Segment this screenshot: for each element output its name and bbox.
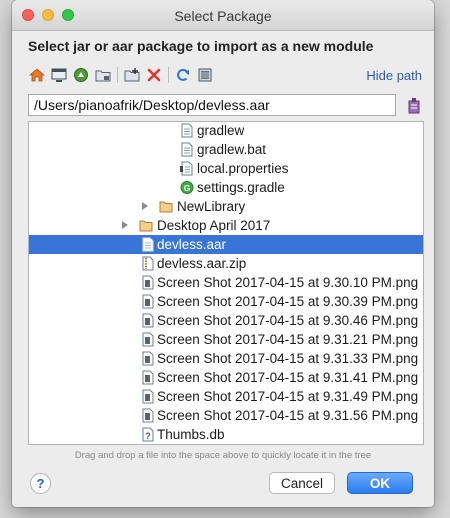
tree-item-label: local.properties: [197, 161, 289, 176]
tree-item-local-properties[interactable]: local.properties: [29, 159, 423, 178]
svg-text:?: ?: [145, 431, 151, 441]
tree-item-label: Screen Shot 2017-04-15 at 9.31.49 PM.png: [157, 389, 419, 404]
tree-item-label: Thumbs.db: [157, 427, 225, 442]
image-file-icon: [142, 389, 154, 404]
gradle-file-icon: G: [180, 181, 194, 194]
dialog-heading: Select jar or aar package to import as a…: [28, 38, 374, 54]
folder-icon: [139, 220, 153, 232]
tree-item-screenshot[interactable]: Screen Shot 2017-04-15 at 9.31.33 PM.png: [29, 349, 423, 368]
drag-drop-hint: Drag and drop a file into the space abov…: [74, 450, 372, 461]
path-input[interactable]: [28, 94, 396, 116]
unknown-file-icon: ?: [142, 427, 154, 442]
title-bar: Select Package: [12, 0, 434, 31]
tree-item-gradlew[interactable]: gradlew: [29, 122, 423, 140]
delete-icon[interactable]: [145, 66, 163, 84]
tree-item-screenshot[interactable]: Screen Shot 2017-04-15 at 9.30.39 PM.png: [29, 292, 423, 311]
tree-item-screenshot[interactable]: Screen Shot 2017-04-15 at 9.31.41 PM.png: [29, 368, 423, 387]
image-file-icon: [142, 275, 154, 290]
svg-text:G: G: [184, 183, 191, 193]
image-file-icon: [142, 408, 154, 423]
tree-item-devless-aar-zip[interactable]: devless.aar.zip: [29, 254, 423, 273]
ok-button[interactable]: OK: [347, 472, 413, 494]
zip-file-icon: [142, 256, 154, 271]
tree-item-thumbs-db[interactable]: ? Thumbs.db: [29, 425, 423, 444]
module-icon[interactable]: [94, 66, 112, 84]
tree-item-newlibrary[interactable]: NewLibrary: [29, 197, 423, 216]
tree-item-label: devless.aar.zip: [157, 256, 247, 271]
tree-item-label: settings.gradle: [197, 180, 285, 195]
file-tree[interactable]: gradlew gradlew.bat local.properties G s…: [28, 121, 424, 445]
tree-item-gradlew-bat[interactable]: gradlew.bat: [29, 140, 423, 159]
refresh-icon[interactable]: [174, 66, 192, 84]
tree-item-label: gradlew: [197, 123, 245, 138]
tree-item-label: Screen Shot 2017-04-15 at 9.30.46 PM.png: [157, 313, 419, 328]
image-file-icon: [142, 313, 154, 328]
new-folder-icon[interactable]: [123, 66, 141, 84]
tree-item-label: Screen Shot 2017-04-15 at 9.31.41 PM.png: [157, 370, 419, 385]
help-button[interactable]: ?: [30, 473, 51, 494]
tree-item-label: Screen Shot 2017-04-15 at 9.31.21 PM.png: [157, 332, 419, 347]
text-file-icon: [181, 142, 193, 157]
tree-item-screenshot[interactable]: Screen Shot 2017-04-15 at 9.31.21 PM.png: [29, 330, 423, 349]
path-history-icon[interactable]: [406, 95, 424, 115]
tree-item-label: devless.aar: [157, 237, 227, 252]
tree-item-screenshot[interactable]: Screen Shot 2017-04-15 at 9.30.10 PM.png: [29, 273, 423, 292]
tree-item-label: Screen Shot 2017-04-15 at 9.30.39 PM.png: [157, 294, 419, 309]
project-icon[interactable]: [72, 66, 90, 84]
image-file-icon: [142, 351, 154, 366]
image-file-icon: [142, 294, 154, 309]
tree-item-screenshot[interactable]: Screen Shot 2017-04-15 at 9.31.56 PM.png: [29, 406, 423, 425]
tree-item-desktop-april-2017[interactable]: Desktop April 2017: [29, 216, 423, 235]
tree-item-label: Screen Shot 2017-04-15 at 9.31.33 PM.png: [157, 351, 419, 366]
cancel-button[interactable]: Cancel: [269, 472, 335, 494]
tree-item-label: Screen Shot 2017-04-15 at 9.30.10 PM.png: [157, 275, 419, 290]
text-file-icon: [181, 123, 193, 138]
show-hidden-icon[interactable]: [196, 66, 214, 84]
home-icon[interactable]: [28, 66, 46, 84]
hide-path-link[interactable]: Hide path: [366, 68, 422, 83]
expand-arrow-icon[interactable]: [122, 221, 128, 229]
expand-arrow-icon[interactable]: [142, 202, 148, 210]
file-toolbar: Hide path: [28, 66, 422, 86]
desktop-icon[interactable]: [50, 66, 68, 84]
tree-item-label: NewLibrary: [177, 199, 246, 214]
tree-item-screenshot[interactable]: Screen Shot 2017-04-15 at 9.30.46 PM.png: [29, 311, 423, 330]
tree-item-label: Screen Shot 2017-04-15 at 9.31.56 PM.png: [157, 408, 419, 423]
tree-item-settings-gradle[interactable]: G settings.gradle: [29, 178, 423, 197]
properties-file-icon: [180, 161, 193, 176]
window-title: Select Package: [174, 8, 272, 24]
image-file-icon: [142, 370, 154, 385]
image-file-icon: [142, 332, 154, 347]
select-package-dialog: Select Package Select jar or aar package…: [12, 0, 434, 507]
tree-item-screenshot[interactable]: Screen Shot 2017-04-15 at 9.31.49 PM.png: [29, 387, 423, 406]
tree-item-devless-aar[interactable]: devless.aar: [29, 235, 423, 254]
archive-file-icon: [142, 237, 154, 252]
tree-item-label: Desktop April 2017: [157, 218, 271, 233]
folder-icon: [159, 201, 173, 213]
tree-item-label: gradlew.bat: [197, 142, 267, 157]
